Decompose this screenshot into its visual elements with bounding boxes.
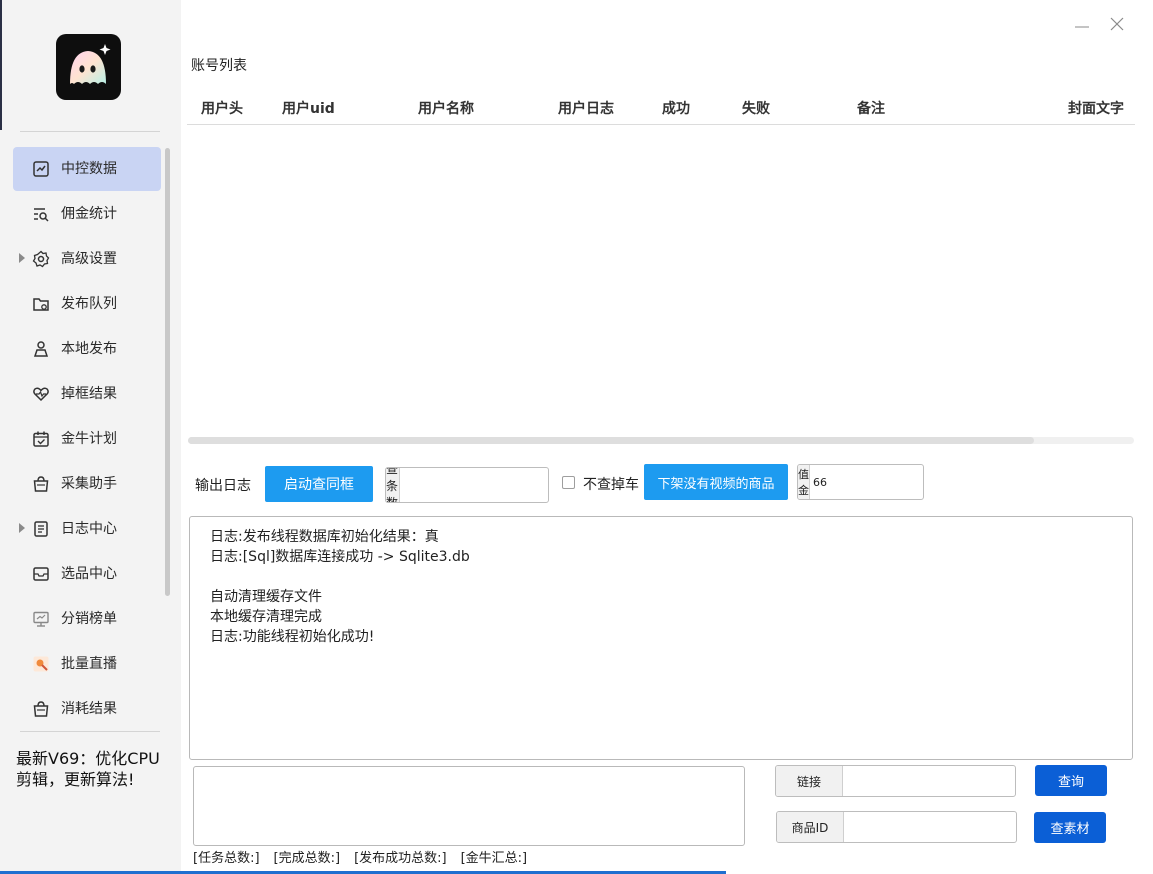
- stat-item: [发布成功总数:]: [354, 851, 447, 866]
- table-scrollbar-thumb[interactable]: [188, 437, 1034, 444]
- sidebar-item-label: 选品中心: [61, 566, 117, 582]
- sidebar-scrollbar[interactable]: [165, 148, 170, 596]
- sidebar-item-label: 掉框结果: [61, 386, 117, 402]
- start-check-button[interactable]: 启动查同框: [265, 466, 373, 502]
- sidebar-item[interactable]: 消耗结果: [13, 687, 161, 731]
- account-table-header: 用户头 用户uid 用户名称 用户日志 成功 失败 备注 封面文字: [187, 92, 1135, 125]
- log-line: 日志:[Sql]数据库连接成功 -> Sqlite3.db: [210, 549, 470, 565]
- sidebar-item[interactable]: 日志中心: [13, 507, 161, 551]
- product-id-field: 商品ID: [776, 811, 1017, 843]
- chart-line-icon: [32, 160, 50, 178]
- log-line: 日志:发布线程数据库初始化结果：真: [210, 529, 439, 545]
- sidebar-item-label: 日志中心: [61, 521, 117, 537]
- recharge-input[interactable]: [810, 465, 923, 499]
- version-note-line: 剪辑，更新算法!: [16, 770, 135, 789]
- window-edge: [0, 0, 2, 130]
- version-note: 最新V69：优化CPU 剪辑，更新算法!: [16, 748, 176, 790]
- sidebar-item[interactable]: 金牛计划: [13, 417, 161, 461]
- find-material-button[interactable]: 查素材: [1034, 812, 1106, 843]
- sidebar-item-label: 本地发布: [61, 341, 117, 357]
- count-prefix: 查条数: [386, 467, 400, 503]
- sidebar-item-label: 金牛计划: [61, 431, 117, 447]
- column-header[interactable]: 成功: [662, 98, 690, 118]
- app-window: 中控数据佣金统计高级设置发布队列本地发布掉框结果金牛计划采集助手日志中心选品中心…: [0, 0, 1153, 874]
- sidebar-item-label: 中控数据: [61, 161, 117, 177]
- shopping-bag-icon: [32, 475, 50, 493]
- log-line: 自动清理缓存文件: [210, 589, 322, 605]
- sidebar-item-label: 批量直播: [61, 656, 117, 672]
- column-header[interactable]: 用户日志: [558, 98, 614, 118]
- batch-input-textarea[interactable]: [193, 766, 745, 846]
- link-input[interactable]: [843, 766, 1015, 796]
- shopping-bag-icon: [32, 700, 50, 718]
- link-field: 链接: [775, 765, 1016, 797]
- output-log-label: 输出日志: [195, 478, 251, 494]
- sidebar-item[interactable]: 发布队列: [13, 282, 161, 326]
- sidebar-item[interactable]: 选品中心: [13, 552, 161, 596]
- sidebar-item[interactable]: 分销榜单: [13, 597, 161, 641]
- stat-item: [完成总数:]: [273, 851, 341, 866]
- list-search-icon: [32, 205, 50, 223]
- product-id-input[interactable]: [844, 812, 1016, 842]
- sidebar-item-label: 发布队列: [61, 296, 117, 312]
- close-icon[interactable]: [1109, 16, 1125, 32]
- sidebar: 中控数据佣金统计高级设置发布队列本地发布掉框结果金牛计划采集助手日志中心选品中心…: [0, 0, 181, 874]
- sidebar-item-label: 高级设置: [61, 251, 117, 267]
- column-header[interactable]: 失败: [742, 98, 770, 118]
- count-field: 查条数: [385, 467, 549, 503]
- column-header[interactable]: 用户uid: [282, 98, 335, 118]
- sidebar-divider: [20, 731, 160, 732]
- column-header[interactable]: 用户头: [201, 98, 243, 118]
- expand-arrow-icon[interactable]: [19, 253, 25, 263]
- sidebar-item-label: 采集助手: [61, 476, 117, 492]
- sidebar-item[interactable]: 高级设置: [13, 237, 161, 281]
- recharge-field: 充值金额: [797, 464, 924, 500]
- expand-arrow-icon[interactable]: [19, 523, 25, 533]
- sidebar-item[interactable]: 采集助手: [13, 462, 161, 506]
- app-logo: [56, 34, 121, 100]
- sidebar-item[interactable]: 本地发布: [13, 327, 161, 371]
- stat-item: [任务总数:]: [193, 851, 260, 866]
- product-id-prefix: 商品ID: [777, 812, 844, 842]
- column-header[interactable]: 用户名称: [418, 98, 474, 118]
- calendar-check-icon: [32, 430, 50, 448]
- gear-icon: [32, 250, 50, 268]
- sidebar-item-label: 佣金统计: [61, 206, 117, 222]
- log-line: 日志:功能线程初始化成功!: [210, 629, 375, 645]
- live-stream-icon: [32, 655, 50, 673]
- inbox-icon: [32, 565, 50, 583]
- account-list-title: 账号列表: [191, 58, 247, 74]
- stats-bar: [任务总数:] [完成总数:] [发布成功总数:] [金牛汇总:]: [193, 847, 527, 866]
- count-input[interactable]: [400, 468, 548, 502]
- no-drop-checkbox[interactable]: [562, 476, 575, 489]
- query-button[interactable]: 查询: [1035, 765, 1107, 796]
- document-list-icon: [32, 520, 50, 538]
- recharge-prefix: 充值金额: [798, 465, 810, 499]
- minimize-icon[interactable]: [1074, 16, 1090, 32]
- column-header[interactable]: 备注: [857, 98, 885, 118]
- heart-pulse-icon: [32, 385, 50, 403]
- sidebar-item[interactable]: 批量直播: [13, 642, 161, 686]
- user-stage-icon: [32, 340, 50, 358]
- stat-item: [金牛汇总:]: [460, 851, 528, 866]
- log-output-panel[interactable]: 日志:发布线程数据库初始化结果：真日志:[Sql]数据库连接成功 -> Sqli…: [189, 516, 1133, 760]
- presentation-icon: [32, 610, 50, 628]
- sidebar-item[interactable]: 掉框结果: [13, 372, 161, 416]
- sidebar-item[interactable]: 中控数据: [13, 147, 161, 191]
- folder-queue-icon: [32, 295, 50, 313]
- column-header[interactable]: 封面文字: [1068, 98, 1124, 118]
- no-drop-label: 不查掉车: [583, 477, 639, 493]
- link-prefix: 链接: [776, 766, 843, 796]
- sidebar-item-label: 消耗结果: [61, 701, 117, 717]
- delist-products-button[interactable]: 下架没有视频的商品: [644, 464, 788, 500]
- log-line: 本地缓存清理完成: [210, 609, 322, 625]
- version-note-line: 最新V69：优化CPU: [16, 749, 160, 768]
- sidebar-item[interactable]: 佣金统计: [13, 192, 161, 236]
- sidebar-item-label: 分销榜单: [61, 611, 117, 627]
- sidebar-divider: [20, 131, 160, 132]
